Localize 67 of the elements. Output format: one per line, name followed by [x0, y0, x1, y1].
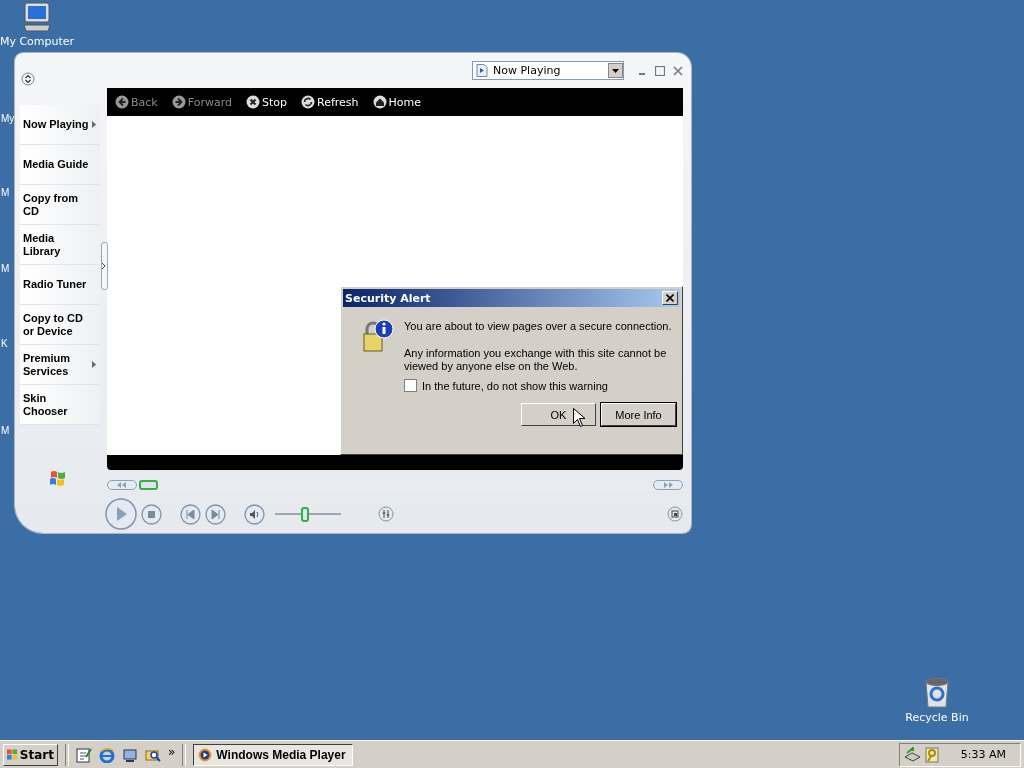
nav-item[interactable]: Copy to CD or Device [20, 305, 100, 345]
desktop-icon-label: K [1, 338, 8, 349]
dialog-title: Security Alert [345, 291, 431, 305]
refresh-button[interactable]: Refresh [301, 95, 359, 109]
close-icon[interactable] [673, 65, 683, 76]
network-connection-icon[interactable] [903, 746, 921, 763]
desktop-icon-label: M [1, 425, 10, 436]
close-button[interactable] [662, 291, 678, 305]
more-info-button[interactable]: More Info [601, 403, 676, 426]
rewind-button[interactable] [107, 480, 137, 490]
desktop-icon-label: M [1, 187, 10, 198]
close-icon [666, 294, 674, 302]
nav-item[interactable]: Copy from CD [20, 185, 100, 225]
key-icon[interactable] [924, 746, 939, 763]
start-button[interactable]: Start [3, 743, 58, 766]
more-shortcuts-button[interactable]: » [168, 744, 176, 759]
skin-mode-button[interactable] [667, 506, 683, 522]
media-file-icon [476, 64, 488, 77]
dialog-message: You are about to view pages over a secure connection. [404, 320, 673, 333]
nav-item[interactable]: Radio Tuner [20, 265, 100, 305]
previous-button[interactable] [180, 503, 201, 525]
media-player-icon [198, 747, 213, 762]
pointer-icon [573, 408, 585, 427]
recycle-bin-icon[interactable] [923, 677, 951, 709]
flag-logo-icon [7, 748, 18, 761]
checkbox[interactable] [404, 379, 417, 392]
padlock-info-icon [362, 319, 394, 353]
ok-button[interactable]: OK [521, 403, 596, 426]
desktop-icon-label[interactable]: Recycle Bin [905, 711, 969, 724]
dialog-message: Any information you exchange with this site cannot be viewed by anyone else on the Web. [404, 347, 668, 373]
nav-item[interactable]: Media Guide [20, 145, 100, 185]
checkbox-label[interactable]: In the future, do not show this warning [422, 379, 608, 392]
back-icon [115, 95, 129, 109]
stop-icon [245, 95, 260, 109]
mute-button[interactable] [244, 503, 265, 525]
desktop-icon-label: M [1, 263, 10, 274]
flag-logo-icon [49, 470, 67, 487]
equalizer-button[interactable] [378, 506, 394, 522]
stop-button[interactable]: Stop [245, 95, 287, 109]
seek-thumb[interactable] [139, 480, 158, 490]
home-button[interactable]: Home [372, 95, 421, 109]
refresh-icon [301, 95, 315, 109]
nav-item[interactable]: Now Playing [20, 105, 100, 145]
collapse-handle[interactable] [101, 242, 108, 290]
submenu-arrow-icon [92, 121, 96, 128]
menu-toggle-icon[interactable] [21, 72, 35, 86]
desktop-icon-label: My [1, 113, 15, 124]
view-dropdown[interactable]: Now Playing [472, 61, 624, 80]
browser-icon[interactable] [99, 746, 115, 763]
notepad-icon[interactable] [76, 746, 92, 763]
maximize-icon[interactable] [655, 65, 665, 76]
next-button[interactable] [205, 503, 226, 525]
clock[interactable]: 5:33 AM [960, 748, 1006, 761]
desktop-icon-label[interactable]: My Computer [0, 35, 75, 48]
fast-forward-button[interactable] [653, 480, 683, 490]
play-button[interactable] [105, 498, 137, 530]
taskbar-button[interactable]: Windows Media Player [193, 743, 354, 766]
submenu-arrow-icon [92, 361, 96, 368]
nav-item[interactable]: Skin Chooser [20, 385, 100, 425]
computer-icon[interactable] [22, 1, 52, 33]
volume-thumb[interactable] [300, 506, 309, 522]
nav-item[interactable]: Media Library [20, 225, 100, 265]
forward-icon [171, 95, 186, 109]
nav-item[interactable]: Premium Services [20, 345, 100, 385]
home-icon [372, 95, 387, 109]
dropdown-arrow-icon [612, 68, 619, 73]
stop-button[interactable] [141, 503, 162, 525]
